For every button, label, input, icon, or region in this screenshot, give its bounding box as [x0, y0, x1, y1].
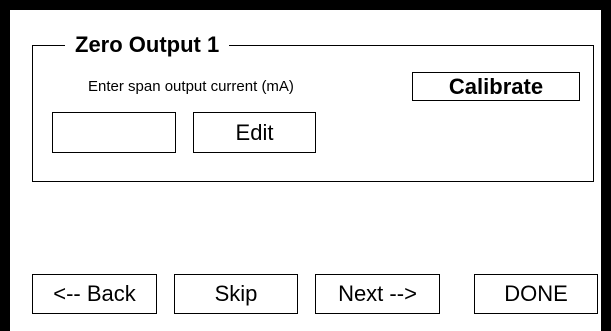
- next-button[interactable]: Next -->: [315, 274, 440, 314]
- span-current-input[interactable]: [52, 112, 176, 153]
- back-button[interactable]: <-- Back: [32, 274, 157, 314]
- edit-button[interactable]: Edit: [193, 112, 316, 153]
- done-button[interactable]: DONE: [474, 274, 598, 314]
- span-current-prompt: Enter span output current (mA): [88, 78, 294, 95]
- calibrate-button[interactable]: Calibrate: [412, 72, 580, 101]
- skip-button[interactable]: Skip: [174, 274, 298, 314]
- group-title: Zero Output 1: [65, 31, 230, 59]
